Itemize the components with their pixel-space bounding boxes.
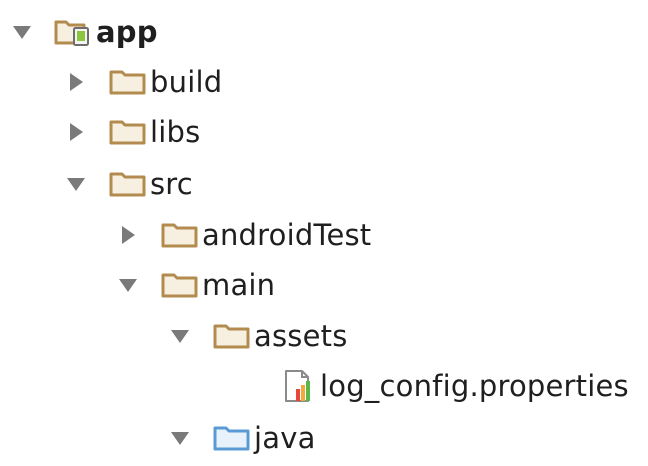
collapsed-arrow-icon[interactable] bbox=[64, 120, 88, 144]
tree-node-label: assets bbox=[254, 319, 348, 353]
tree-node-label: libs bbox=[150, 115, 201, 149]
tree-node-java[interactable]: java bbox=[168, 416, 316, 460]
tree-node-libs[interactable]: libs bbox=[64, 110, 200, 154]
expanded-arrow-icon[interactable] bbox=[10, 20, 34, 44]
tree-node-src[interactable]: src bbox=[64, 162, 193, 206]
tree-node-label: log_config.properties bbox=[320, 369, 629, 403]
tree-node-label: main bbox=[202, 268, 276, 302]
android-module-icon bbox=[54, 16, 94, 48]
tree-node-build[interactable]: build bbox=[64, 60, 222, 104]
tree-node-label: androidTest bbox=[202, 218, 372, 252]
tree-node-main[interactable]: main bbox=[116, 263, 275, 307]
tree-node-label: app bbox=[96, 15, 158, 49]
tree-node-label: build bbox=[150, 65, 223, 99]
expanded-arrow-icon[interactable] bbox=[168, 324, 192, 348]
tree-node-label: java bbox=[254, 421, 316, 455]
collapsed-arrow-icon[interactable] bbox=[64, 70, 88, 94]
tree-node-log-config[interactable]: log_config.properties bbox=[280, 364, 629, 408]
source-folder-icon bbox=[212, 422, 252, 454]
folder-icon bbox=[108, 168, 148, 200]
tree-node-app[interactable]: app bbox=[10, 10, 158, 54]
collapsed-arrow-icon[interactable] bbox=[116, 223, 140, 247]
expanded-arrow-icon[interactable] bbox=[64, 172, 88, 196]
expanded-arrow-icon[interactable] bbox=[116, 273, 140, 297]
folder-icon bbox=[160, 219, 200, 251]
tree-node-assets[interactable]: assets bbox=[168, 314, 348, 358]
project-tree: app build libs src androidTest main asse… bbox=[0, 0, 648, 466]
expanded-arrow-icon[interactable] bbox=[168, 426, 192, 450]
folder-icon bbox=[160, 269, 200, 301]
properties-file-icon bbox=[280, 370, 316, 402]
folder-icon bbox=[212, 320, 252, 352]
folder-icon bbox=[108, 66, 148, 98]
tree-node-label: src bbox=[150, 167, 193, 201]
tree-node-androidtest[interactable]: androidTest bbox=[116, 213, 371, 257]
folder-icon bbox=[108, 116, 148, 148]
